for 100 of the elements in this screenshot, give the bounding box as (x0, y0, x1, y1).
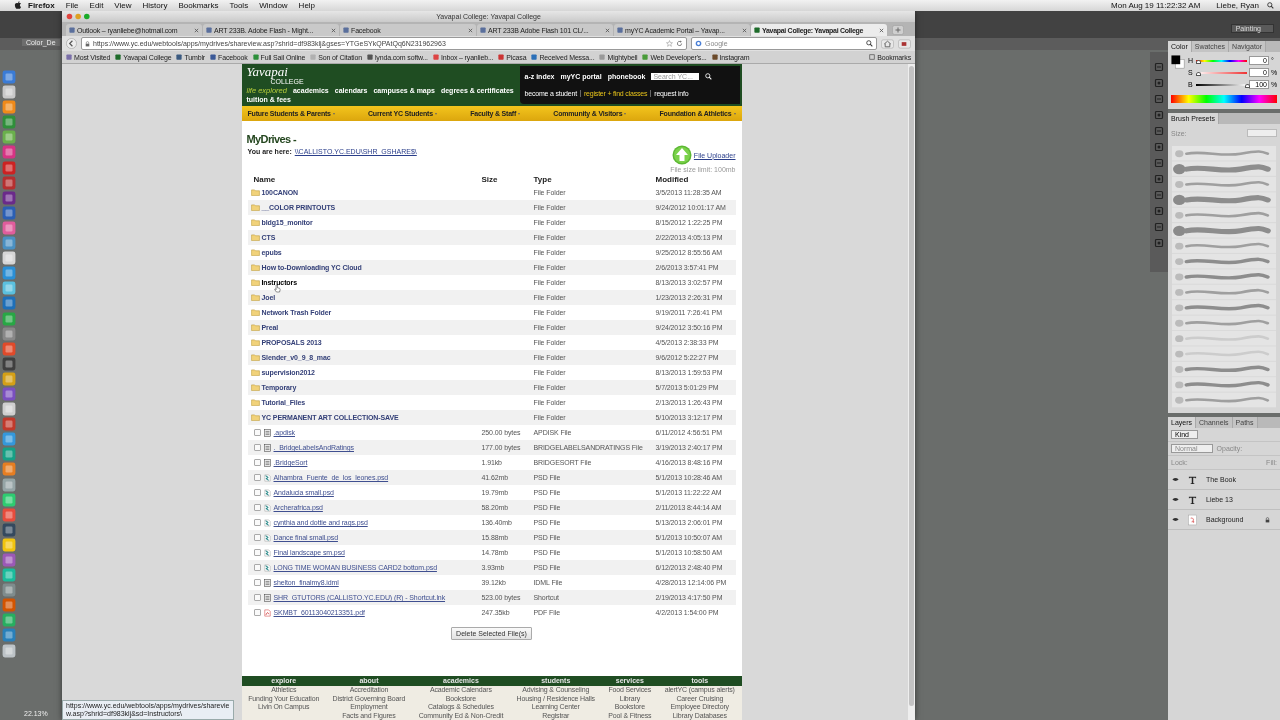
panel-button-icon[interactable] (1154, 174, 1164, 184)
back-icon[interactable] (66, 38, 77, 49)
window-controls-icon[interactable] (66, 13, 92, 20)
user-name[interactable]: Liebe, Ryan (1216, 1, 1259, 10)
app-icon[interactable] (2, 386, 16, 401)
panel-button-icon[interactable] (1154, 158, 1164, 168)
menu-item[interactable]: View (114, 1, 132, 10)
app-icon[interactable] (2, 507, 16, 522)
checkbox[interactable] (253, 489, 261, 496)
panel-button-icon[interactable] (1154, 190, 1164, 200)
app-icon[interactable] (2, 115, 16, 130)
menu-item[interactable]: Bookmarks (178, 1, 219, 10)
slider-thumb[interactable] (1196, 60, 1201, 64)
app-icon[interactable] (2, 447, 16, 462)
app-icon[interactable] (2, 311, 16, 326)
app-icon[interactable] (2, 70, 16, 84)
app-icon[interactable] (2, 326, 16, 341)
checkbox[interactable] (253, 444, 261, 451)
home-icon[interactable] (881, 38, 894, 49)
checkbox[interactable] (253, 549, 261, 556)
app-icon[interactable] (2, 236, 16, 251)
close-icon[interactable] (879, 27, 884, 33)
color-slider[interactable] (1196, 81, 1247, 88)
app-icon[interactable] (2, 402, 16, 417)
checkbox[interactable] (253, 609, 261, 616)
eye-icon[interactable] (1172, 497, 1179, 502)
close-icon[interactable] (194, 27, 199, 33)
app-icon[interactable] (2, 85, 16, 100)
checkbox[interactable] (253, 474, 261, 481)
app-icon[interactable] (2, 492, 16, 507)
close-icon[interactable] (742, 27, 747, 33)
app-icon[interactable] (2, 643, 16, 658)
app-icon[interactable] (2, 130, 16, 145)
column-header[interactable]: Name (247, 174, 476, 184)
app-icon[interactable] (2, 568, 16, 583)
search-icon[interactable] (866, 40, 873, 47)
checkbox[interactable] (253, 534, 261, 541)
close-icon[interactable] (331, 27, 336, 33)
size-field[interactable] (1247, 129, 1277, 137)
apple-icon[interactable] (14, 1, 22, 10)
color-swatches-icon[interactable] (1171, 55, 1185, 69)
app-icon[interactable] (2, 175, 16, 190)
new-tab-icon[interactable] (892, 25, 904, 35)
column-header[interactable]: Type (533, 174, 656, 184)
column-header[interactable]: Size (475, 174, 534, 184)
app-icon[interactable] (2, 205, 16, 220)
brush-list-drawing[interactable] (1172, 146, 1276, 408)
app-icon[interactable] (2, 628, 16, 643)
panel-button-icon[interactable] (1154, 62, 1164, 72)
color-spectrum[interactable] (1171, 95, 1277, 103)
app-icon[interactable] (2, 537, 16, 552)
app-icon[interactable] (2, 251, 16, 266)
app-icon[interactable] (2, 583, 16, 598)
panel-button-icon[interactable] (1154, 110, 1164, 120)
app-icon[interactable] (2, 190, 16, 205)
checkbox[interactable] (253, 594, 261, 601)
scrollbar[interactable] (908, 64, 915, 720)
eye-icon[interactable] (1172, 517, 1179, 522)
checkbox[interactable] (253, 504, 261, 511)
checkbox[interactable] (253, 519, 261, 526)
app-icon[interactable] (2, 613, 16, 628)
app-icon[interactable] (2, 281, 16, 296)
column-header[interactable]: Modified (655, 174, 736, 184)
menu-item[interactable]: History (142, 1, 168, 10)
app-icon[interactable] (2, 220, 16, 235)
panel-button-icon[interactable] (1154, 94, 1164, 104)
app-icon[interactable] (2, 477, 16, 492)
search-icon[interactable] (705, 73, 713, 80)
close-icon[interactable] (605, 27, 610, 33)
app-icon[interactable] (2, 417, 16, 432)
app-icon[interactable] (2, 160, 16, 175)
panel-button-icon[interactable] (1154, 222, 1164, 232)
checkbox[interactable] (253, 459, 261, 466)
close-icon[interactable] (468, 27, 473, 33)
search-icon[interactable] (1267, 2, 1274, 9)
checkbox[interactable] (253, 579, 261, 586)
app-icon[interactable] (2, 266, 16, 281)
panel-button-icon[interactable] (1154, 206, 1164, 216)
eye-icon[interactable] (1172, 477, 1179, 482)
app-icon[interactable] (2, 145, 16, 160)
panel-button-icon[interactable] (1154, 126, 1164, 136)
app-icon[interactable] (2, 553, 16, 567)
app-icon[interactable] (2, 100, 16, 115)
panel-button-icon[interactable] (1154, 78, 1164, 88)
menu-item[interactable]: Firefox (28, 1, 55, 10)
checkbox[interactable] (253, 564, 261, 571)
app-icon[interactable] (2, 462, 16, 477)
app-icon[interactable] (2, 522, 16, 537)
panel-button-icon[interactable] (1154, 142, 1164, 152)
app-icon[interactable] (2, 296, 16, 311)
college-logo[interactable]: Yavapai (246, 66, 515, 78)
app-icon[interactable] (2, 371, 16, 386)
menu-item[interactable]: Help (298, 1, 316, 10)
menu-item[interactable]: Window (259, 1, 288, 10)
clock[interactable]: Mon Aug 19 11:22:32 AM (1111, 1, 1201, 10)
slider-thumb[interactable] (1196, 72, 1201, 76)
app-icon[interactable] (2, 598, 16, 613)
app-icon[interactable] (2, 356, 16, 371)
star-icon[interactable] (666, 40, 673, 47)
checkbox[interactable] (253, 429, 261, 436)
